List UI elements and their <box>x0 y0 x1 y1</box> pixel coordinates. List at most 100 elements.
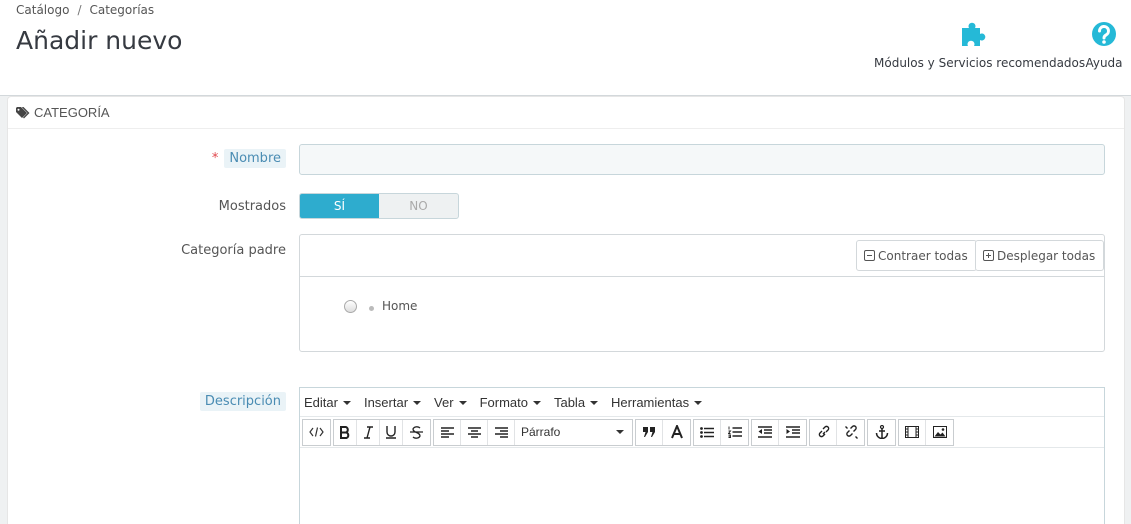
menu-tools[interactable]: Herramientas <box>611 394 703 410</box>
bullet-list-button[interactable] <box>694 419 721 445</box>
image-button[interactable] <box>926 420 953 445</box>
link-button[interactable] <box>810 419 837 445</box>
name-label-text[interactable]: Nombre <box>224 149 286 168</box>
caret-down-icon <box>532 400 541 405</box>
caret-down-icon <box>458 400 467 405</box>
bold-button[interactable] <box>334 419 357 445</box>
align-left-button[interactable] <box>434 419 461 445</box>
tree-toolbar: Contraer todas Desplegar todas <box>300 235 1105 277</box>
parent-category-label: Categoría padre <box>181 243 286 258</box>
caret-down-icon <box>616 430 624 434</box>
panel-heading-title: CATEGORÍA <box>34 105 110 120</box>
quote-icon <box>642 427 655 437</box>
help-button[interactable]: Ayuda <box>1084 18 1124 70</box>
align-right-button[interactable] <box>488 419 515 445</box>
code-icon <box>309 427 324 437</box>
toolbar-group-text-style <box>333 418 431 446</box>
displayed-switch[interactable]: SÍ NO <box>299 193 459 219</box>
film-icon <box>905 426 919 438</box>
toolbar-group-anchor <box>867 418 896 446</box>
caret-down-icon <box>342 400 351 405</box>
menu-view[interactable]: Ver <box>434 395 467 410</box>
menu-insert[interactable]: Insertar <box>363 394 422 410</box>
numbered-list-icon <box>727 426 742 438</box>
collapse-all-label: Contraer todas <box>878 248 968 263</box>
align-center-icon <box>467 426 481 438</box>
italic-icon <box>363 425 373 439</box>
displayed-yes-option[interactable]: SÍ <box>300 194 379 218</box>
breadcrumb-item-categories[interactable]: Categorías <box>89 3 154 17</box>
tree-item-label[interactable]: Home <box>382 299 417 313</box>
indent-icon <box>785 426 800 438</box>
italic-button[interactable] <box>357 419 380 445</box>
panel-heading: CATEGORÍA <box>8 97 1124 129</box>
underline-icon <box>386 426 396 439</box>
text-color-icon <box>670 424 683 438</box>
menu-insert-label: Insertar <box>363 394 409 410</box>
editor-toolbar: Párrafo <box>300 417 1104 448</box>
image-icon <box>932 426 947 438</box>
breadcrumb: Catálogo / Categorías <box>16 3 154 17</box>
blockquote-button[interactable] <box>636 419 663 445</box>
tree-item-home: Home <box>344 299 417 313</box>
tree-node-dot-icon <box>369 305 374 311</box>
expand-all-button[interactable]: Desplegar todas <box>975 240 1105 271</box>
underline-button[interactable] <box>380 419 403 445</box>
source-code-button[interactable] <box>303 420 330 445</box>
page-header: Catálogo / Categorías Añadir nuevo Módulos… <box>0 0 1131 96</box>
editor-content-area[interactable] <box>300 448 1104 524</box>
menu-table[interactable]: Tabla <box>554 395 599 410</box>
text-color-button[interactable] <box>663 420 690 445</box>
recommended-modules-label: Módulos y Servicios recomendados <box>874 56 1086 70</box>
unlink-icon <box>844 425 858 439</box>
toolbar-group-indent <box>751 418 807 446</box>
toolbar-group-lists <box>693 418 749 446</box>
expand-all-label: Desplegar todas <box>997 248 1096 263</box>
format-select[interactable]: Párrafo <box>515 420 632 445</box>
format-select-value: Párrafo <box>521 425 561 439</box>
displayed-label: Mostrados <box>218 199 286 214</box>
recommended-modules-button[interactable]: Módulos y Servicios recomendados <box>874 18 1085 70</box>
menu-view-label: Ver <box>434 394 454 410</box>
displayed-no-option[interactable]: NO <box>379 194 458 218</box>
menu-edit-label: Editar <box>304 394 338 410</box>
page-title: Añadir nuevo <box>16 26 183 55</box>
caret-down-icon <box>413 400 422 405</box>
required-mark: * <box>211 151 219 166</box>
breadcrumb-item-catalog[interactable]: Catálogo <box>16 3 69 17</box>
anchor-icon <box>875 425 888 439</box>
category-panel: CATEGORÍA * Nombre Mostrados SÍ NO Catego… <box>7 96 1125 524</box>
bold-icon <box>339 425 349 439</box>
name-input[interactable] <box>299 144 1105 175</box>
description-label: Descripción <box>199 392 286 411</box>
toolbar-group-align: Párrafo <box>433 418 633 446</box>
indent-button[interactable] <box>779 420 806 445</box>
numbered-list-button[interactable] <box>721 420 748 445</box>
puzzle-icon <box>962 22 986 46</box>
menu-format[interactable]: Formato <box>480 395 541 410</box>
outdent-button[interactable] <box>752 419 779 445</box>
media-button[interactable] <box>899 419 926 445</box>
toolbar-group-code <box>302 418 331 446</box>
anchor-button[interactable] <box>868 420 895 445</box>
strikethrough-icon <box>410 426 423 439</box>
minus-square-icon <box>864 250 875 261</box>
align-right-icon <box>494 426 508 438</box>
align-center-button[interactable] <box>461 419 488 445</box>
strikethrough-button[interactable] <box>403 420 430 445</box>
help-label: Ayuda <box>1085 56 1123 70</box>
collapse-all-button[interactable]: Contraer todas <box>856 240 977 271</box>
align-left-icon <box>440 426 454 438</box>
breadcrumb-separator: / <box>77 3 82 17</box>
tree-item-radio[interactable] <box>344 299 357 313</box>
editor-menubar: Editar Insertar Ver Formato Tabla Herram… <box>300 388 1104 417</box>
plus-square-icon <box>983 250 994 261</box>
menu-tools-label: Herramientas <box>611 394 690 410</box>
description-label-text[interactable]: Descripción <box>199 392 286 411</box>
menu-edit[interactable]: Editar <box>304 395 351 410</box>
outdent-icon <box>758 426 772 438</box>
unlink-button[interactable] <box>837 420 864 445</box>
bullet-list-icon <box>700 426 714 438</box>
menu-format-label: Formato <box>479 394 528 410</box>
description-editor: Editar Insertar Ver Formato Tabla Herram… <box>299 387 1105 524</box>
